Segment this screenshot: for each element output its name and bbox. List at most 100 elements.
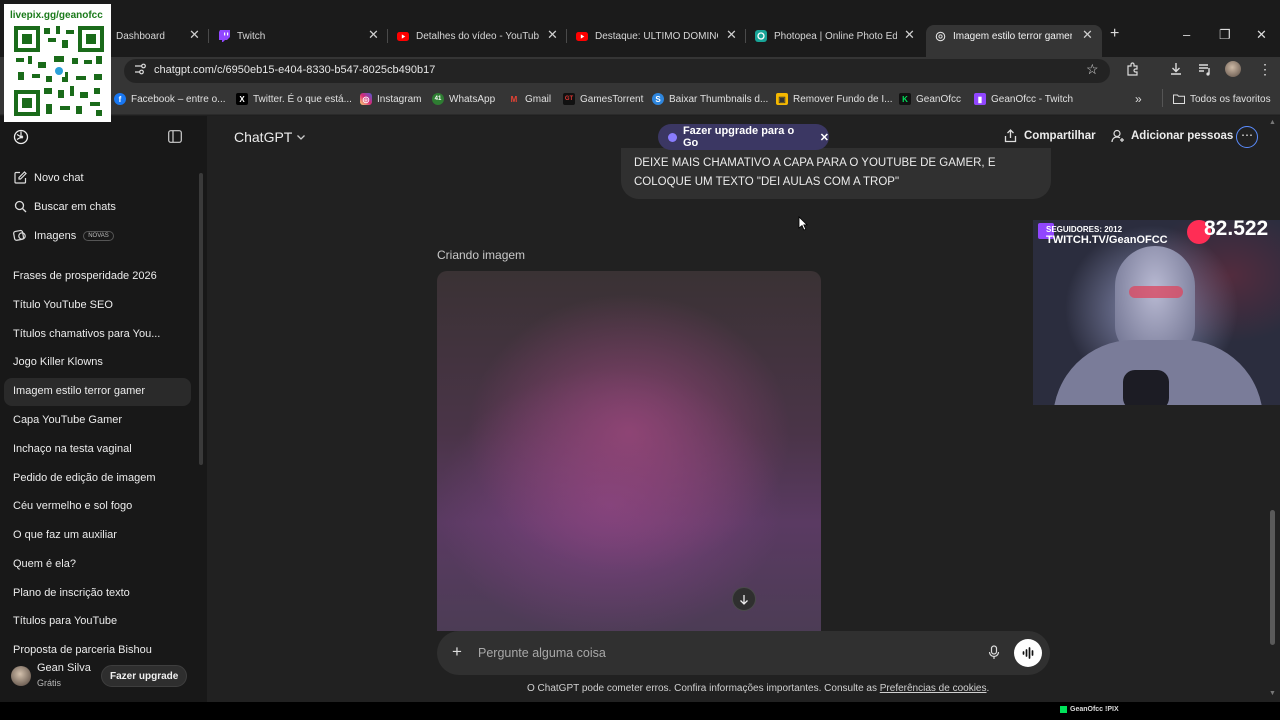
bookmark-whatsapp[interactable]: 41 WhatsApp bbox=[432, 93, 495, 105]
scroll-down-button[interactable] bbox=[732, 587, 756, 611]
bookmark-twitter[interactable]: X Twitter. É o que está... bbox=[236, 93, 352, 105]
close-window-icon[interactable]: ✕ bbox=[1256, 27, 1267, 43]
tab-photopea[interactable]: Photopea | Online Photo Editor bbox=[755, 26, 897, 46]
bookmark-label: WhatsApp bbox=[449, 93, 496, 105]
close-tab-icon[interactable]: ✕ bbox=[189, 28, 200, 42]
tab-divider bbox=[387, 29, 388, 43]
images-icon bbox=[13, 229, 27, 242]
add-people-label: Adicionar pessoas bbox=[1131, 130, 1234, 142]
new-tab-plus-icon[interactable]: + bbox=[1110, 25, 1119, 43]
add-people-button[interactable]: Adicionar pessoas bbox=[1111, 129, 1233, 143]
conversation-item[interactable]: Jogo Killer Klowns bbox=[13, 356, 103, 368]
more-options-icon[interactable]: ⋯ bbox=[1236, 126, 1258, 148]
qr-caption: livepix.gg/geanofcc bbox=[10, 10, 103, 21]
chat-scrollbar[interactable] bbox=[1270, 510, 1275, 645]
bookmark-star-icon[interactable]: ☆ bbox=[1086, 61, 1099, 78]
arrow-down-icon bbox=[740, 594, 748, 605]
close-tab-icon[interactable]: ✕ bbox=[726, 28, 737, 42]
close-tab-icon[interactable]: ✕ bbox=[904, 28, 915, 42]
bookmark-geanofcc-twitch[interactable]: ▮ GeanOfcc - Twitch bbox=[974, 93, 1073, 105]
close-pill-icon[interactable]: ✕ bbox=[820, 131, 829, 144]
bookmark-gmail[interactable]: M Gmail bbox=[508, 93, 551, 105]
images-button[interactable]: Imagens NOVAS bbox=[13, 229, 114, 242]
bookmark-label: GamesTorrent bbox=[580, 93, 644, 105]
sidebar-upgrade-button[interactable]: Fazer upgrade bbox=[101, 665, 188, 687]
voice-waveform-icon bbox=[1022, 647, 1033, 659]
conversation-item[interactable]: Proposta de parceria Bishou bbox=[13, 644, 152, 656]
scroll-down-arrow-icon[interactable]: ▼ bbox=[1269, 690, 1276, 697]
minimize-icon[interactable]: – bbox=[1183, 27, 1190, 42]
conversation-item-active[interactable]: Imagem estilo terror gamer bbox=[13, 385, 145, 397]
tab-divider bbox=[566, 29, 567, 43]
twitch-icon bbox=[218, 30, 230, 42]
all-bookmarks-folder[interactable]: Todos os favoritos bbox=[1173, 93, 1271, 105]
toggle-sidebar-icon[interactable] bbox=[168, 130, 182, 143]
bookmark-facebook[interactable]: f Facebook – entre o... bbox=[114, 93, 226, 105]
sidebar-scrollbar[interactable] bbox=[199, 173, 203, 465]
profile-avatar[interactable] bbox=[1225, 61, 1241, 77]
bookmark-label: Twitter. É o que está... bbox=[253, 93, 352, 105]
conversation-item[interactable]: Quem é ela? bbox=[13, 558, 76, 570]
conversation-item[interactable]: Céu vermelho e sol fogo bbox=[13, 500, 132, 512]
new-chat-button[interactable]: Novo chat bbox=[13, 171, 84, 184]
conversation-item[interactable]: Títulos para YouTube bbox=[13, 615, 117, 627]
cookie-preferences-link[interactable]: Preferências de cookies bbox=[880, 683, 987, 694]
prompt-input[interactable] bbox=[478, 643, 978, 663]
gmail-icon: M bbox=[510, 94, 518, 104]
add-attachment-plus-icon[interactable]: + bbox=[452, 642, 462, 662]
new-chat-pencil-icon bbox=[13, 171, 27, 184]
tab-twitch[interactable]: Twitch bbox=[218, 26, 368, 46]
upgrade-to-go-pill[interactable]: Fazer upgrade para o Go ✕ bbox=[658, 124, 829, 150]
channel-url: TWITCH.TV/GeanOFCC bbox=[1046, 234, 1168, 246]
bookmark-label: GeanOfcc - Twitch bbox=[991, 93, 1074, 105]
model-selector[interactable]: ChatGPT bbox=[234, 129, 306, 145]
tab-dashboard[interactable]: Dashboard bbox=[116, 26, 188, 46]
browser-menu-icon[interactable]: ⋮ bbox=[1258, 61, 1272, 78]
new-chat-label: Novo chat bbox=[34, 171, 84, 184]
url-text[interactable]: chatgpt.com/c/6950eb15-e404-8330-b547-80… bbox=[154, 64, 435, 76]
upgrade-pill-label: Fazer upgrade para o Go bbox=[682, 125, 795, 149]
bookmarks-overflow-icon[interactable]: » bbox=[1135, 92, 1142, 106]
close-tab-icon[interactable]: ✕ bbox=[547, 28, 558, 42]
bookmark-instagram[interactable]: ◎ Instagram bbox=[360, 93, 421, 105]
qr-code-icon bbox=[14, 26, 104, 116]
gamestorrent-icon: GT bbox=[563, 93, 575, 105]
conversation-item[interactable]: O que faz um auxiliar bbox=[13, 529, 117, 541]
scroll-up-arrow-icon[interactable]: ▲ bbox=[1269, 119, 1276, 126]
bookmark-geanofcc[interactable]: K GeanOfcc bbox=[899, 93, 961, 105]
close-tab-icon[interactable]: ✕ bbox=[1082, 28, 1093, 42]
site-info-icon[interactable] bbox=[133, 62, 147, 76]
bookmark-gamestorrent[interactable]: GT GamesTorrent bbox=[563, 93, 643, 105]
conversation-item[interactable]: Títulos chamativos para You... bbox=[13, 328, 160, 340]
whatsapp-icon: 41 bbox=[432, 93, 444, 105]
voice-mode-button[interactable] bbox=[1014, 639, 1042, 667]
photopea-icon bbox=[755, 30, 767, 42]
bookmark-label: Facebook – entre o... bbox=[131, 93, 226, 105]
restore-icon[interactable]: ❐ bbox=[1219, 27, 1231, 43]
extensions-icon[interactable] bbox=[1126, 62, 1140, 76]
tab-youtube-details[interactable]: Detalhes do vídeo - YouTube bbox=[397, 26, 539, 46]
openai-logo-icon[interactable] bbox=[13, 129, 29, 145]
download-icon[interactable] bbox=[1169, 62, 1183, 76]
tab-youtube-highlight[interactable]: Destaque: ULTIMO DOMINGO bbox=[576, 26, 718, 46]
close-tab-icon[interactable]: ✕ bbox=[368, 28, 379, 42]
bookmark-thumbnails[interactable]: S Baixar Thumbnails d... bbox=[652, 93, 768, 105]
conversation-item[interactable]: Inchaço na testa vaginal bbox=[13, 443, 132, 455]
conversation-item[interactable]: Plano de inscrição texto bbox=[13, 587, 130, 599]
conversation-item[interactable]: Pedido de edição de imagem bbox=[13, 472, 155, 484]
bookmark-remove-bg[interactable]: ▣ Remover Fundo de I... bbox=[776, 93, 893, 105]
share-button[interactable]: Compartilhar bbox=[1004, 129, 1096, 143]
microphone-icon[interactable] bbox=[988, 645, 1000, 660]
image-generation-placeholder bbox=[437, 271, 821, 631]
user-avatar[interactable] bbox=[11, 666, 31, 686]
share-label: Compartilhar bbox=[1024, 130, 1096, 142]
user-name[interactable]: Gean Silva bbox=[37, 662, 91, 674]
tab-title: Twitch bbox=[237, 30, 266, 42]
media-controls-icon[interactable] bbox=[1198, 62, 1212, 76]
user-plan: Grátis bbox=[37, 678, 62, 688]
conversation-item[interactable]: Frases de prosperidade 2026 bbox=[13, 270, 157, 282]
search-chats-button[interactable]: Buscar em chats bbox=[13, 200, 116, 213]
conversation-item[interactable]: Título YouTube SEO bbox=[13, 299, 113, 311]
conversation-item[interactable]: Capa YouTube Gamer bbox=[13, 414, 122, 426]
tab-chatgpt-active[interactable]: Imagem estilo terror gamer bbox=[934, 26, 1072, 46]
